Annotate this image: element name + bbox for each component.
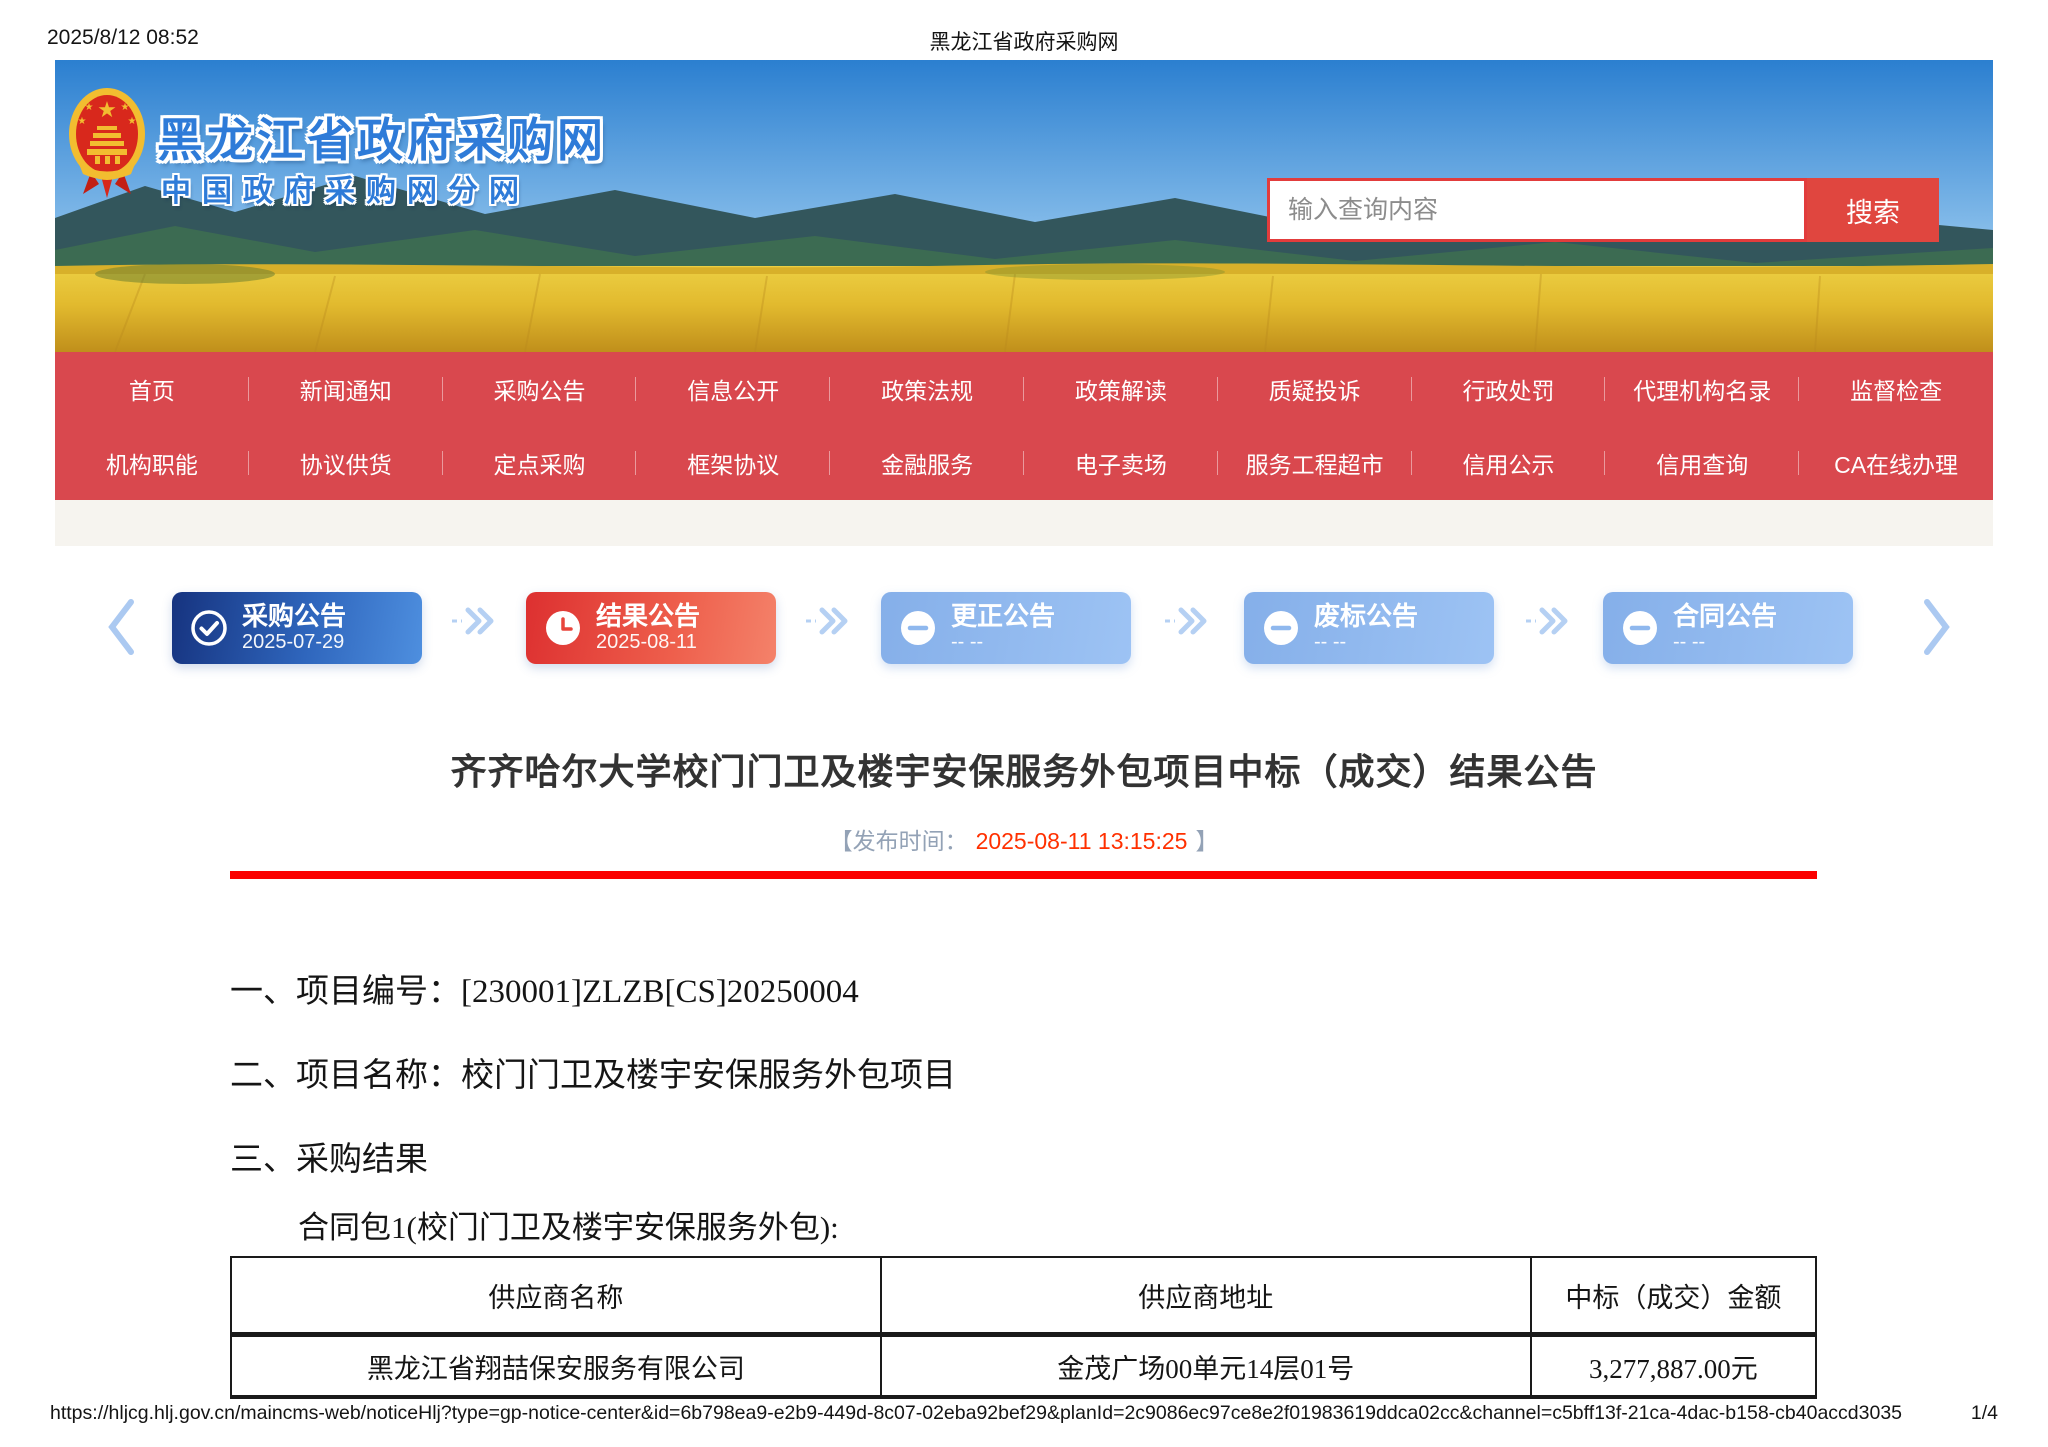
- print-doc-title: 黑龙江省政府采购网: [0, 26, 2048, 56]
- national-emblem-logo: ★ ★ ★ ★ ★: [67, 84, 147, 208]
- nav-item-procurement-notice[interactable]: 采购公告: [443, 352, 637, 426]
- page-number: 1/4: [1971, 1402, 1998, 1425]
- timeline-step-label: 更正公告: [951, 602, 1055, 631]
- site-banner: ★ ★ ★ ★ ★ 黑龙江省政府采购网 中国政府采购网分网 搜索: [55, 60, 1993, 352]
- site-subtitle: 中国政府采购网分网: [161, 166, 530, 210]
- timeline-step-label: 合同公告: [1673, 602, 1777, 631]
- timeline-step-label: 采购公告: [242, 602, 346, 631]
- timeline-step-label: 废标公告: [1314, 602, 1418, 631]
- clock-icon: [544, 609, 582, 647]
- nav-item-org-functions[interactable]: 机构职能: [55, 426, 249, 500]
- svg-text:★: ★: [78, 116, 87, 127]
- nav-item-info-disclosure[interactable]: 信息公开: [636, 352, 830, 426]
- cell-supplier-address: 金茂广场00单元14层01号: [881, 1335, 1531, 1398]
- svg-text:★: ★: [128, 116, 137, 127]
- flow-arrow-icon: [450, 606, 498, 636]
- cell-supplier-name: 黑龙江省翔喆保安服务有限公司: [231, 1335, 881, 1398]
- nav-item-credit-inquiry[interactable]: 信用查询: [1605, 426, 1799, 500]
- svg-text:★: ★: [85, 102, 94, 113]
- publish-label-open: 【发布时间：: [830, 828, 968, 854]
- timeline-step-date: 2025-08-11: [596, 630, 700, 654]
- page-url: https://hljcg.hlj.gov.cn/maincms-web/not…: [50, 1402, 1902, 1425]
- nav-row-1: 首页 新闻通知 采购公告 信息公开 政策法规 政策解读 质疑投诉 行政处罚 代理…: [55, 352, 1993, 426]
- site-name: 黑龙江省政府采购网: [157, 104, 607, 170]
- contract-package-line: 合同包1(校门门卫及楼宇安保服务外包):: [298, 1202, 839, 1247]
- procurement-result-heading: 三、采购结果: [230, 1132, 428, 1180]
- flow-arrow-icon: [1524, 606, 1572, 636]
- nav-item-administrative-penalty[interactable]: 行政处罚: [1412, 352, 1606, 426]
- table-row: 黑龙江省翔喆保安服务有限公司 金茂广场00单元14层01号 3,277,887.…: [231, 1335, 1816, 1398]
- article-title: 齐齐哈尔大学校门门卫及楼宇安保服务外包项目中标（成交）结果公告: [0, 743, 2048, 795]
- search-bar: 搜索: [1267, 178, 1939, 242]
- nav-item-agency-directory[interactable]: 代理机构名录: [1605, 352, 1799, 426]
- publish-time-line: 【发布时间： 2025-08-11 13:15:25 】: [0, 822, 2048, 856]
- nav-item-ca-online[interactable]: CA在线办理: [1799, 426, 1993, 500]
- timeline-next-button[interactable]: [1920, 596, 1954, 658]
- timeline-step-date: -- --: [951, 630, 1055, 654]
- timeline-step-procurement-notice[interactable]: 采购公告 2025-07-29: [172, 592, 422, 664]
- timeline-step-date: -- --: [1673, 630, 1777, 654]
- project-number-line: 一、项目编号：[230001]ZLZB[CS]20250004: [230, 964, 859, 1012]
- timeline-step-label: 结果公告: [596, 602, 700, 631]
- flow-arrow-icon: [804, 606, 852, 636]
- nav-item-service-project-mart[interactable]: 服务工程超市: [1218, 426, 1412, 500]
- nav-item-policy-interpretation[interactable]: 政策解读: [1024, 352, 1218, 426]
- search-input[interactable]: [1267, 178, 1807, 242]
- cell-award-amount: 3,277,887.00元: [1531, 1335, 1816, 1398]
- publish-time: 2025-08-11 13:15:25: [976, 828, 1188, 854]
- minus-circle-icon: [899, 609, 937, 647]
- nav-item-framework-agreement[interactable]: 框架协议: [636, 426, 830, 500]
- col-supplier-address: 供应商地址: [881, 1257, 1531, 1335]
- minus-circle-icon: [1621, 609, 1659, 647]
- col-award-amount: 中标（成交）金额: [1531, 1257, 1816, 1335]
- svg-text:★: ★: [97, 97, 117, 122]
- nav-item-complaints[interactable]: 质疑投诉: [1218, 352, 1412, 426]
- nav-row-2: 机构职能 协议供货 定点采购 框架协议 金融服务 电子卖场 服务工程超市 信用公…: [55, 426, 1993, 500]
- timeline-step-correction-notice[interactable]: 更正公告 -- --: [881, 592, 1131, 664]
- nav-item-news[interactable]: 新闻通知: [249, 352, 443, 426]
- col-supplier-name: 供应商名称: [231, 1257, 881, 1335]
- banner-bottom-strip: [55, 500, 1993, 546]
- timeline-step-result-notice[interactable]: 结果公告 2025-08-11: [526, 592, 776, 664]
- check-circle-icon: [190, 609, 228, 647]
- red-divider: [230, 871, 1817, 879]
- nav-item-agreement-supply[interactable]: 协议供货: [249, 426, 443, 500]
- nav-item-supervision[interactable]: 监督检查: [1799, 352, 1993, 426]
- nav-item-credit-publicity[interactable]: 信用公示: [1412, 426, 1606, 500]
- nav-item-home[interactable]: 首页: [55, 352, 249, 426]
- nav-item-policy-regulations[interactable]: 政策法规: [830, 352, 1024, 426]
- minus-circle-icon: [1262, 609, 1300, 647]
- timeline-step-cancellation-notice[interactable]: 废标公告 -- --: [1244, 592, 1494, 664]
- project-name-line: 二、项目名称：校门门卫及楼宇安保服务外包项目: [230, 1048, 956, 1096]
- main-navigation: 首页 新闻通知 采购公告 信息公开 政策法规 政策解读 质疑投诉 行政处罚 代理…: [55, 352, 1993, 500]
- timeline-step-date: 2025-07-29: [242, 630, 346, 654]
- nav-item-e-marketplace[interactable]: 电子卖场: [1024, 426, 1218, 500]
- nav-item-fixed-point-procurement[interactable]: 定点采购: [443, 426, 637, 500]
- publish-label-close: 】: [1195, 828, 1218, 854]
- timeline-step-contract-notice[interactable]: 合同公告 -- --: [1603, 592, 1853, 664]
- nav-item-financial-services[interactable]: 金融服务: [830, 426, 1024, 500]
- flow-arrow-icon: [1163, 606, 1211, 636]
- timeline-prev-button[interactable]: [104, 596, 138, 658]
- search-button[interactable]: 搜索: [1807, 178, 1939, 242]
- svg-text:★: ★: [121, 102, 130, 113]
- result-table: 供应商名称 供应商地址 中标（成交）金额 黑龙江省翔喆保安服务有限公司 金茂广场…: [230, 1256, 1817, 1399]
- timeline-step-date: -- --: [1314, 630, 1418, 654]
- table-header-row: 供应商名称 供应商地址 中标（成交）金额: [231, 1257, 1816, 1335]
